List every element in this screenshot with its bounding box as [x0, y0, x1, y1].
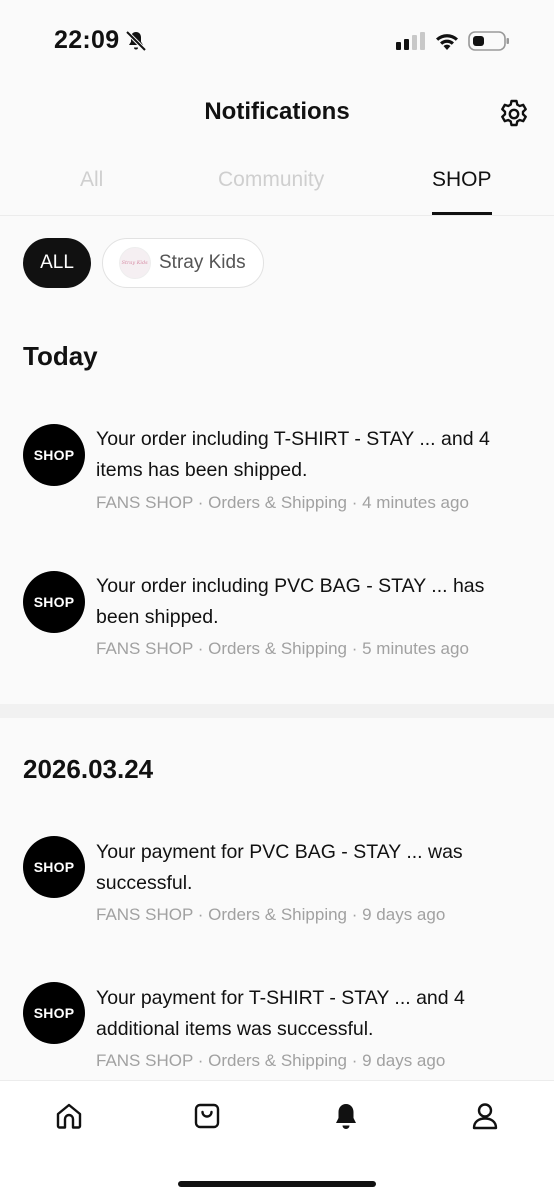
filter-chip-label: ALL	[40, 252, 74, 273]
notification-item[interactable]: SHOP Your payment for T-SHIRT - STAY ...…	[0, 980, 554, 1090]
section-title-date: 2026.03.24	[23, 754, 154, 784]
notification-text: Your payment for T-SHIRT - STAY ... and …	[96, 987, 465, 1040]
notification-meta: FANS SHOP · Orders & Shipping · 9 days a…	[96, 1051, 446, 1070]
notification-meta: FANS SHOP · Orders & Shipping · 9 days a…	[96, 905, 446, 924]
artist-avatar: Stray Kids	[119, 247, 151, 279]
active-tab-indicator	[432, 212, 492, 215]
section-title-today: Today	[23, 341, 98, 371]
profile-icon[interactable]	[470, 1101, 500, 1131]
status-bar: 22:09	[0, 0, 554, 84]
gear-icon[interactable]	[498, 98, 530, 130]
tab-all[interactable]: All	[80, 168, 103, 192]
tab-community[interactable]: Community	[218, 168, 324, 192]
shop-icon: SHOP	[23, 982, 85, 1044]
notification-text: Your order including PVC BAG - STAY ... …	[96, 575, 485, 628]
filter-chip-all[interactable]: ALL	[23, 238, 91, 288]
notification-text: Your order including T-SHIRT - STAY ... …	[96, 428, 490, 481]
filter-chip-stray-kids[interactable]: Stray Kids Stray Kids	[102, 238, 264, 288]
cellular-signal-icon	[396, 32, 425, 50]
section-divider	[0, 704, 554, 718]
home-indicator	[178, 1181, 376, 1187]
battery-icon	[468, 31, 509, 51]
notification-text: Your payment for PVC BAG - STAY ... was …	[96, 841, 463, 894]
home-icon[interactable]	[54, 1101, 84, 1131]
notification-item[interactable]: SHOP Your order including PVC BAG - STAY…	[0, 567, 554, 677]
notification-meta: FANS SHOP · Orders & Shipping · 4 minute…	[96, 493, 469, 512]
shop-icon: SHOP	[23, 836, 85, 898]
bell-icon[interactable]	[331, 1101, 361, 1131]
tab-bar: All Community SHOP	[0, 160, 554, 216]
status-time: 22:09	[54, 26, 120, 54]
bell-slash-icon	[125, 30, 147, 52]
shopping-bag-icon[interactable]	[192, 1101, 222, 1131]
avatar-logo-text: Stray Kids	[121, 260, 149, 266]
tab-shop[interactable]: SHOP	[432, 168, 492, 192]
page-title: Notifications	[204, 98, 350, 125]
notification-meta: FANS SHOP · Orders & Shipping · 5 minute…	[96, 639, 469, 658]
shop-icon: SHOP	[23, 571, 85, 633]
notification-item[interactable]: SHOP Your payment for PVC BAG - STAY ...…	[0, 834, 554, 944]
wifi-icon	[436, 34, 458, 50]
notification-item[interactable]: SHOP Your order including T-SHIRT - STAY…	[0, 420, 554, 530]
shop-icon: SHOP	[23, 424, 85, 486]
filter-chip-label: Stray Kids	[159, 252, 246, 273]
